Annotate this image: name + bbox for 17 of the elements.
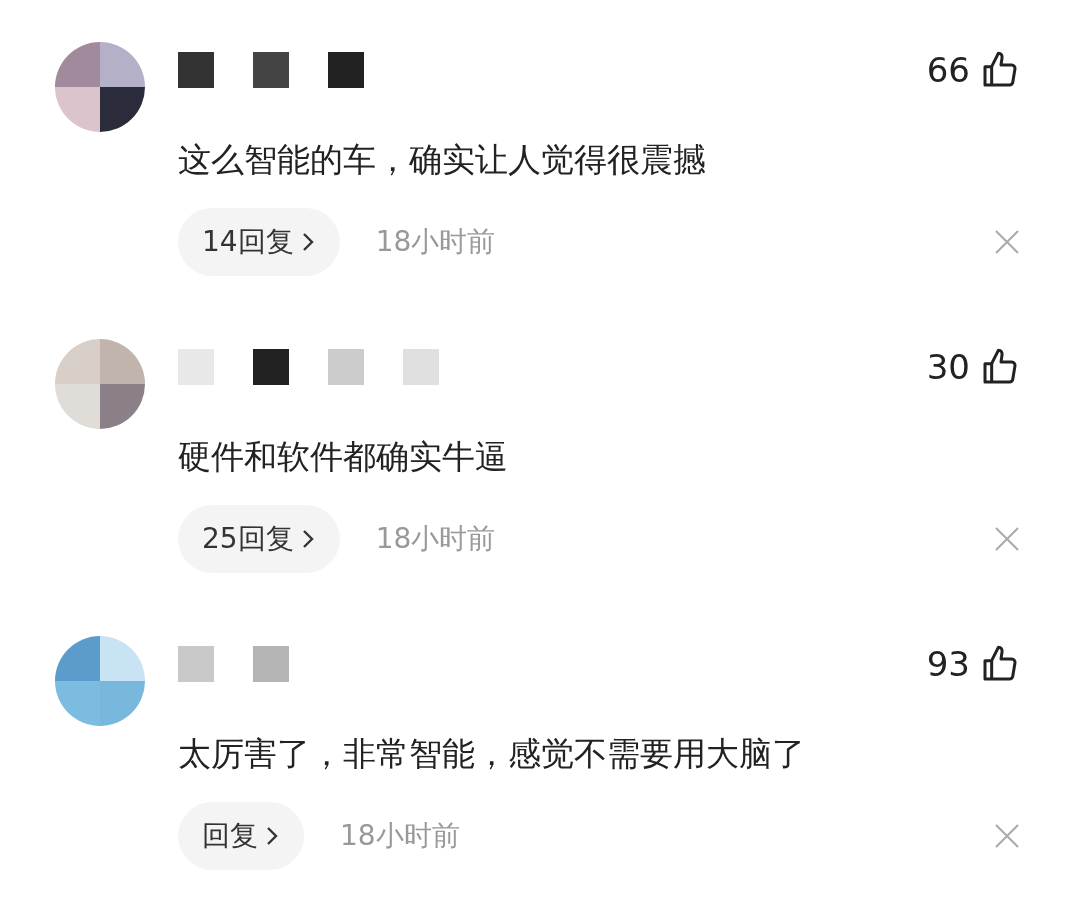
like-count: 30 (926, 347, 970, 387)
avatar[interactable] (55, 42, 145, 132)
close-icon[interactable] (994, 525, 1020, 552)
comment-text: 太厉害了，非常智能，感觉不需要用大脑了 (178, 734, 806, 774)
timestamp: 18小时前 (375, 520, 497, 557)
like-count: 93 (926, 644, 970, 684)
timestamp: 18小时前 (340, 817, 461, 854)
comment-text: 硬件和软件都确实牛逼 (178, 437, 509, 477)
close-icon[interactable] (994, 822, 1020, 849)
replies-button[interactable]: 回复 (178, 801, 304, 870)
like-count: 66 (926, 50, 970, 90)
replies-button[interactable]: 14回复 (178, 207, 340, 276)
close-icon[interactable] (994, 228, 1020, 255)
comment-text: 这么智能的车，确实让人觉得很震撼 (178, 140, 707, 180)
timestamp: 18小时前 (375, 223, 497, 260)
chevron-icon (264, 824, 280, 847)
replies-button[interactable]: 25回复 (178, 504, 340, 573)
